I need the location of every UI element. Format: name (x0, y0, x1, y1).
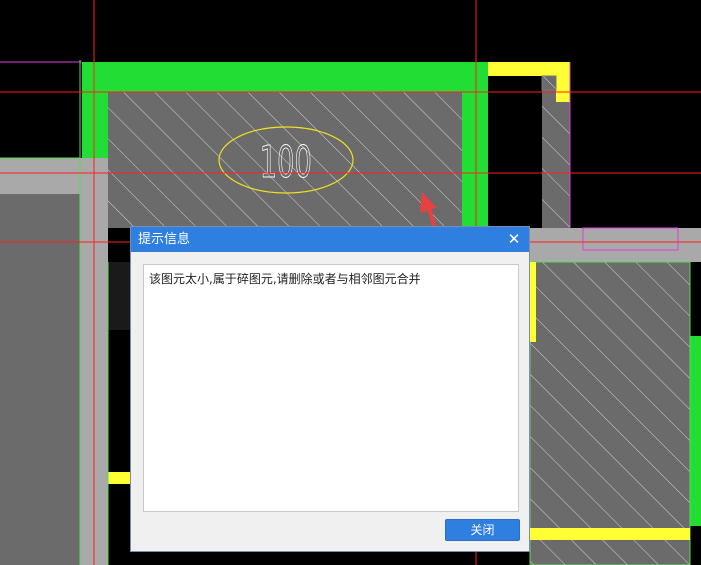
dialog-title: 提示信息 (138, 232, 191, 247)
message-box: 该图元太小,属于碎图元,请删除或者与相邻图元合并 (143, 264, 519, 512)
yellow-edge-bottom (530, 528, 690, 540)
column-void (488, 76, 542, 228)
close-button[interactable]: 关闭 (445, 519, 520, 541)
dark-block (108, 262, 130, 330)
yellow-edge-right (530, 262, 536, 342)
room-label: 100 (260, 136, 312, 188)
info-dialog: 提示信息 ✕ 该图元太小,属于碎图元,请删除或者与相邻图元合并 关闭 (130, 226, 530, 552)
yellow-beam-corner (556, 62, 570, 102)
yellow-edge-left (108, 472, 130, 484)
dialog-titlebar[interactable]: 提示信息 ✕ (131, 227, 529, 252)
close-icon[interactable]: ✕ (505, 230, 523, 248)
lower-room-region[interactable] (530, 262, 690, 565)
